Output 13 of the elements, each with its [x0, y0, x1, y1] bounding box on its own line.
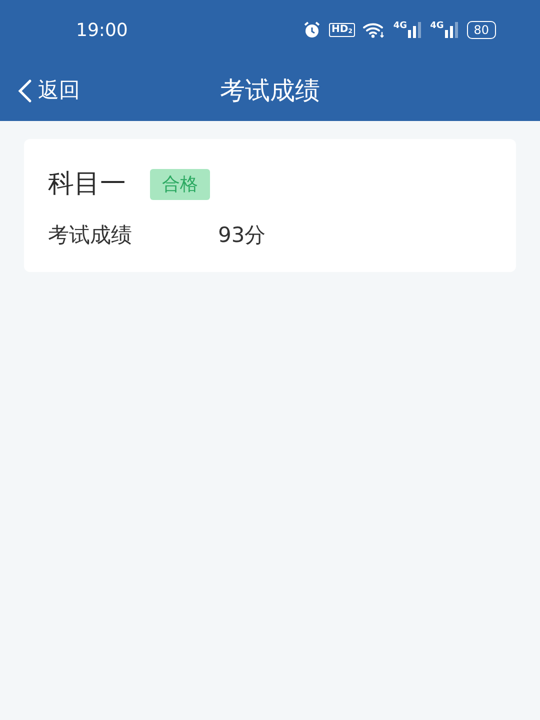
status-time: 19:00 — [76, 18, 128, 42]
back-icon — [18, 78, 32, 102]
back-button[interactable]: 返回 — [0, 74, 80, 106]
signal-indicator: 4G — [430, 22, 459, 38]
alarm-icon — [302, 21, 321, 39]
page-title: 考试成绩 — [220, 76, 320, 105]
status-tag: 合格 — [150, 169, 210, 200]
score-label: 考试成绩 — [48, 222, 133, 249]
subject-title: 科目一 — [48, 168, 126, 201]
battery-indicator: 80 — [466, 21, 496, 39]
signal-indicator: 4G — [393, 22, 422, 38]
wifi-icon — [363, 22, 386, 38]
score-value: 93分 — [218, 222, 266, 249]
